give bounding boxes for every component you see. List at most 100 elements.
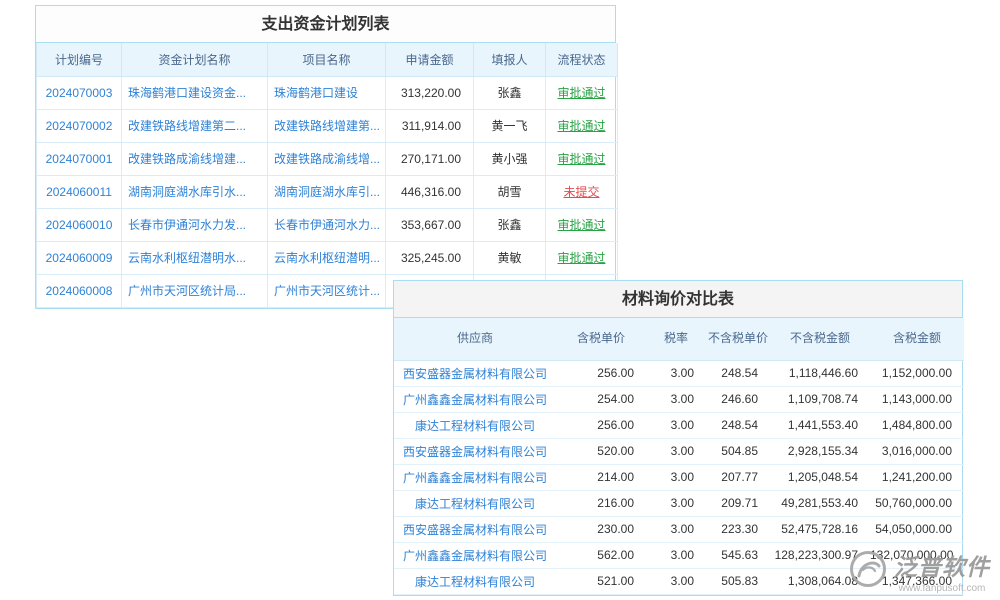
table-row: 西安盛器金属材料有限公司520.003.00504.852,928,155.34… [394,438,964,464]
supplier-name-link[interactable]: 广州鑫鑫金属材料有限公司 [394,542,556,568]
project-name-link[interactable]: 云南水利枢纽潜明... [268,241,386,274]
tax-incl-amount-cell: 1,152,000.00 [870,360,964,386]
fanpu-logo-icon [848,549,888,594]
plan-id-link[interactable]: 2024060010 [37,208,122,241]
table-row: 康达工程材料有限公司256.003.00248.541,441,553.401,… [394,412,964,438]
tax-incl-amount-cell: 54,050,000.00 [870,516,964,542]
process-status-link[interactable]: 未提交 [546,175,618,208]
material-inquiry-title: 材料询价对比表 [394,281,962,318]
tax-excl-amount-cell: 1,109,708.74 [770,386,870,412]
supplier-name-link[interactable]: 西安盛器金属材料有限公司 [394,516,556,542]
watermark-text: 泛普软件 www.fanpusoft.com [894,548,990,594]
tax-rate-cell: 3.00 [646,438,706,464]
process-status-link[interactable]: 审批通过 [546,76,618,109]
process-status-link[interactable]: 审批通过 [546,241,618,274]
tax-excl-price-cell: 207.77 [706,464,770,490]
plan-id-link[interactable]: 2024070002 [37,109,122,142]
tax-incl-amount-cell: 50,760,000.00 [870,490,964,516]
expenditure-plan-title: 支出资金计划列表 [36,6,615,43]
tax-excl-price-cell: 504.85 [706,438,770,464]
tax-incl-amount-cell: 3,016,000.00 [870,438,964,464]
fund-plan-name-link[interactable]: 广州市天河区统计局... [122,274,268,307]
project-name-link[interactable]: 改建铁路线增建第... [268,109,386,142]
column-header: 含税单价 [556,318,646,360]
project-name-link[interactable]: 长春市伊通河水力... [268,208,386,241]
supplier-name-link[interactable]: 广州鑫鑫金属材料有限公司 [394,464,556,490]
table-row: 2024070001改建铁路成渝线增建...改建铁路成渝线增...270,171… [37,142,618,175]
tax-rate-cell: 3.00 [646,360,706,386]
supplier-name-link[interactable]: 西安盛器金属材料有限公司 [394,360,556,386]
project-name-link[interactable]: 湖南洞庭湖水库引... [268,175,386,208]
tax-excl-price-cell: 505.83 [706,568,770,594]
tax-rate-cell: 3.00 [646,412,706,438]
process-status-link[interactable]: 审批通过 [546,208,618,241]
tax-rate-cell: 3.00 [646,568,706,594]
fund-plan-name-link[interactable]: 改建铁路线增建第二... [122,109,268,142]
plan-id-link[interactable]: 2024070001 [37,142,122,175]
table-row: 2024060009云南水利枢纽潜明水...云南水利枢纽潜明...325,245… [37,241,618,274]
fund-plan-name-link[interactable]: 云南水利枢纽潜明水... [122,241,268,274]
tax-incl-price-cell: 256.00 [556,360,646,386]
apply-amount-cell: 270,171.00 [386,142,474,175]
tax-excl-amount-cell: 1,205,048.54 [770,464,870,490]
tax-excl-amount-cell: 49,281,553.40 [770,490,870,516]
tax-incl-price-cell: 214.00 [556,464,646,490]
expenditure-plan-panel: 支出资金计划列表 计划编号资金计划名称项目名称申请金额填报人流程状态 20240… [35,5,616,309]
table-row: 2024060011湖南洞庭湖水库引水...湖南洞庭湖水库引...446,316… [37,175,618,208]
tax-rate-cell: 3.00 [646,386,706,412]
tax-excl-amount-cell: 1,118,446.60 [770,360,870,386]
supplier-name-link[interactable]: 康达工程材料有限公司 [394,490,556,516]
column-header: 流程状态 [546,43,618,76]
tax-rate-cell: 3.00 [646,516,706,542]
tax-rate-cell: 3.00 [646,464,706,490]
fund-plan-name-link[interactable]: 湖南洞庭湖水库引水... [122,175,268,208]
filler-name-cell: 黄一飞 [474,109,546,142]
plan-id-link[interactable]: 2024060009 [37,241,122,274]
plan-id-link[interactable]: 2024070003 [37,76,122,109]
apply-amount-cell: 446,316.00 [386,175,474,208]
process-status-link[interactable]: 审批通过 [546,142,618,175]
tax-excl-price-cell: 223.30 [706,516,770,542]
project-name-link[interactable]: 改建铁路成渝线增... [268,142,386,175]
tax-excl-amount-cell: 2,928,155.34 [770,438,870,464]
column-header: 不含税金额 [770,318,870,360]
supplier-name-link[interactable]: 西安盛器金属材料有限公司 [394,438,556,464]
watermark: 泛普软件 www.fanpusoft.com [848,548,990,594]
tax-incl-price-cell: 254.00 [556,386,646,412]
table-row: 广州鑫鑫金属材料有限公司214.003.00207.771,205,048.54… [394,464,964,490]
tax-excl-price-cell: 209.71 [706,490,770,516]
tax-rate-cell: 3.00 [646,542,706,568]
fund-plan-name-link[interactable]: 改建铁路成渝线增建... [122,142,268,175]
material-inquiry-header-row: 供应商含税单价税率不含税单价不含税金额含税金额 [394,318,964,360]
expenditure-plan-header-row: 计划编号资金计划名称项目名称申请金额填报人流程状态 [37,43,618,76]
project-name-link[interactable]: 珠海鹤港口建设 [268,76,386,109]
fund-plan-name-link[interactable]: 长春市伊通河水力发... [122,208,268,241]
plan-id-link[interactable]: 2024060008 [37,274,122,307]
apply-amount-cell: 353,667.00 [386,208,474,241]
tax-incl-amount-cell: 1,241,200.00 [870,464,964,490]
tax-incl-price-cell: 562.00 [556,542,646,568]
fund-plan-name-link[interactable]: 珠海鹤港口建设资金... [122,76,268,109]
project-name-link[interactable]: 广州市天河区统计... [268,274,386,307]
apply-amount-cell: 311,914.00 [386,109,474,142]
table-row: 2024060010长春市伊通河水力发...长春市伊通河水力...353,667… [37,208,618,241]
column-header: 资金计划名称 [122,43,268,76]
supplier-name-link[interactable]: 广州鑫鑫金属材料有限公司 [394,386,556,412]
column-header: 供应商 [394,318,556,360]
apply-amount-cell: 313,220.00 [386,76,474,109]
filler-name-cell: 张鑫 [474,208,546,241]
tax-incl-price-cell: 230.00 [556,516,646,542]
filler-name-cell: 黄小强 [474,142,546,175]
column-header: 不含税单价 [706,318,770,360]
table-row: 西安盛器金属材料有限公司256.003.00248.541,118,446.60… [394,360,964,386]
tax-incl-price-cell: 520.00 [556,438,646,464]
filler-name-cell: 黄敏 [474,241,546,274]
plan-id-link[interactable]: 2024060011 [37,175,122,208]
page: 支出资金计划列表 计划编号资金计划名称项目名称申请金额填报人流程状态 20240… [0,0,1000,600]
table-row: 2024070003珠海鹤港口建设资金...珠海鹤港口建设313,220.00张… [37,76,618,109]
supplier-name-link[interactable]: 康达工程材料有限公司 [394,412,556,438]
process-status-link[interactable]: 审批通过 [546,109,618,142]
tax-excl-amount-cell: 1,441,553.40 [770,412,870,438]
tax-excl-price-cell: 545.63 [706,542,770,568]
supplier-name-link[interactable]: 康达工程材料有限公司 [394,568,556,594]
